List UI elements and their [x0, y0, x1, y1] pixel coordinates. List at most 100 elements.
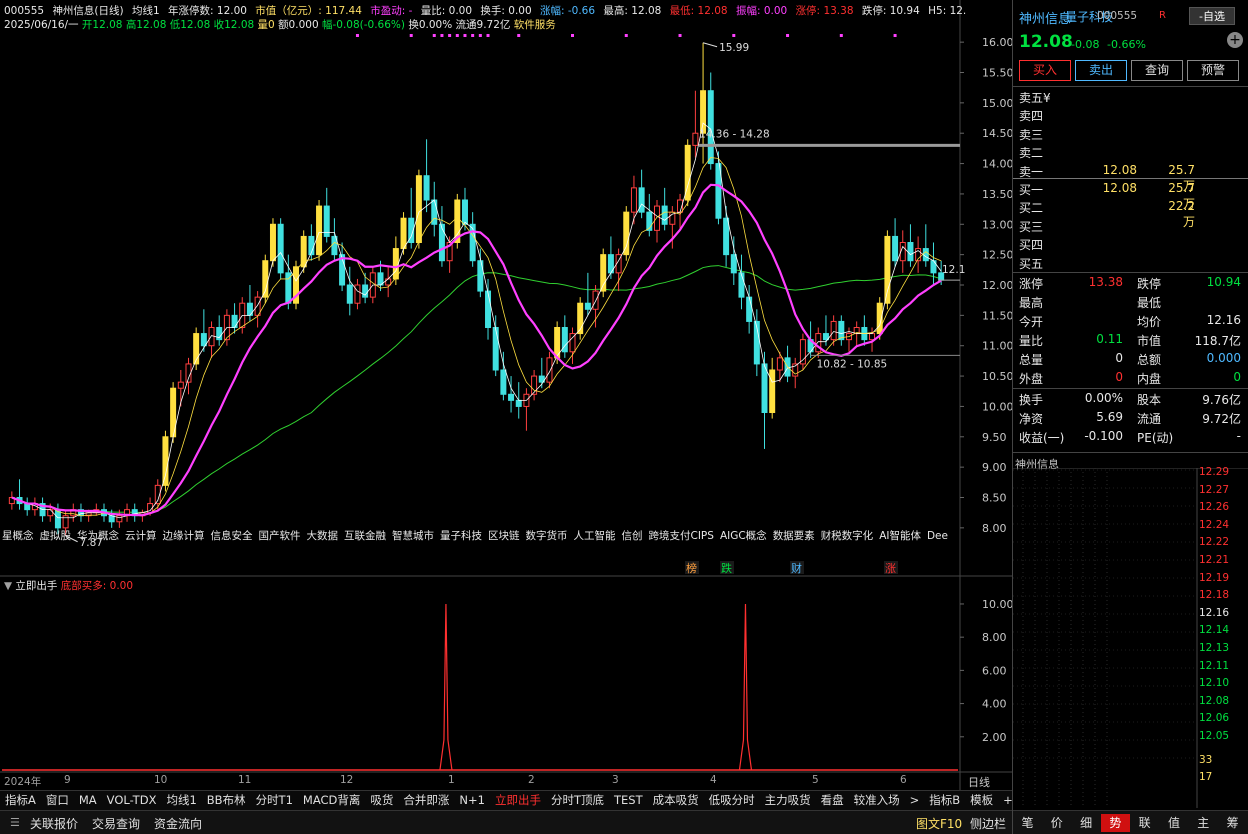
indicator-tab[interactable]: 模板 [965, 791, 998, 809]
add-icon[interactable]: + [1227, 32, 1243, 48]
sidebar-button[interactable]: 侧边栏 [970, 815, 1006, 832]
concept-tag[interactable]: 国产软件 [259, 530, 301, 542]
indicator-tab[interactable]: MA [74, 791, 102, 809]
signal-dot [732, 34, 736, 37]
concept-tag[interactable]: 边缘计算 [163, 530, 205, 542]
panel-bottom-tab[interactable]: 值 [1160, 814, 1189, 832]
panel-bottom-tab[interactable]: 笔 [1013, 814, 1042, 832]
candle [70, 503, 77, 522]
main-chart-area[interactable]: 15.99 7.87 14.36 - 14.28 10.82 - 10.85 12.1 榜… [0, 0, 1027, 834]
candle [231, 303, 238, 334]
buy-button[interactable]: 买入 [1019, 60, 1071, 81]
price-tick-label: 10.00 [982, 400, 1012, 413]
concept-tag[interactable]: 智慧城市 [392, 530, 434, 542]
candle [692, 90, 699, 158]
price-tick-label: 8.50 [982, 492, 1007, 505]
concept-tag[interactable]: 数字货币 [526, 530, 568, 542]
bar-open: 开12.08 [81, 19, 123, 31]
order-book-row[interactable]: 卖二 [1013, 144, 1248, 162]
candle [577, 297, 584, 340]
indicator-tab[interactable]: TEST [609, 791, 648, 809]
concept-tag[interactable]: 跨境支付CIPS [649, 530, 714, 542]
f10-button[interactable]: 图文F10 [916, 815, 962, 832]
indicator-tab[interactable]: 看盘 [816, 791, 849, 809]
event-tag[interactable]: 涨 [884, 561, 898, 575]
indicator-tab[interactable]: 低吸分时 [704, 791, 760, 809]
collapse-icon[interactable]: ▼ [4, 580, 12, 592]
concept-tag[interactable]: 华为概念 [77, 530, 119, 542]
ma-label[interactable]: 均线1 [132, 5, 160, 17]
concept-tag[interactable]: 星概念 [2, 530, 34, 542]
indicator-tab[interactable]: 立即出手 [490, 791, 546, 809]
indicator-tab[interactable]: > [905, 791, 925, 809]
indicator-tab[interactable]: BB布林 [202, 791, 251, 809]
order-book-row[interactable]: 买二 22.2万 [1013, 199, 1248, 229]
menu-icon[interactable]: ☰ [10, 816, 20, 829]
indicator-tab[interactable]: 合并即涨 [398, 791, 454, 809]
concept-tag[interactable]: AIGC概念 [720, 530, 767, 542]
trade-query-button[interactable]: 交易查询 [92, 815, 140, 832]
indicator-tab[interactable]: 成本吸货 [648, 791, 704, 809]
event-tag[interactable]: 跌 [720, 561, 734, 575]
stat-value: 0 [1115, 370, 1123, 384]
concept-tag[interactable]: 信息安全 [211, 530, 253, 542]
concept-tag[interactable]: 人工智能 [574, 530, 616, 542]
order-book-row[interactable]: 卖四 [1013, 107, 1248, 125]
indicator-tab[interactable]: MACD背离 [298, 791, 365, 809]
concept-tag[interactable]: 信创 [622, 530, 643, 542]
indicator-tab[interactable]: 均线1 [161, 791, 201, 809]
concept-tag[interactable]: 量子科技 [440, 530, 482, 542]
concept-tag[interactable]: 云计算 [125, 530, 157, 542]
panel-bottom-tab[interactable]: 联 [1130, 814, 1159, 832]
concept-tag[interactable]: 虚拟股 [40, 530, 72, 542]
panel-bottom-tab[interactable]: 主 [1189, 814, 1218, 832]
kline-chart[interactable]: 15.997.8714.36 - 14.2810.82 - 10.8512.1榜… [0, 0, 1012, 790]
indicator-tab[interactable]: 指标B [924, 791, 965, 809]
indicator-tab[interactable]: 主力吸货 [760, 791, 816, 809]
sell-button[interactable]: 卖出 [1075, 60, 1127, 81]
indicator-name[interactable]: 立即出手 [15, 580, 57, 592]
indicator-tab[interactable]: VOL-TDX [102, 791, 162, 809]
order-book-row[interactable]: 买五 [1013, 255, 1248, 273]
concept-tag[interactable]: Dee [927, 530, 948, 542]
concept-tags: 星概念 虚拟股 华为概念 云计算 边缘计算 信息安全 国产软件 大数据 互联金融 智慧城市 量子科技… [2, 528, 954, 543]
panel-bottom-tab[interactable]: 价 [1042, 814, 1071, 832]
watchlist-button[interactable]: -自选 [1189, 7, 1235, 25]
panel-bottom-tab[interactable]: 筹 [1218, 814, 1247, 832]
query-button[interactable]: 查询 [1131, 60, 1183, 81]
candle [24, 497, 31, 516]
concept-tag[interactable]: AI智能体 [879, 530, 921, 542]
concept-tag[interactable]: 数据要素 [773, 530, 815, 542]
price-tick-label: 14.50 [982, 127, 1012, 140]
capital-flow-button[interactable]: 资金流向 [154, 815, 202, 832]
stat-value: 12.16 [1206, 313, 1241, 327]
panel-bottom-tab[interactable]: 势 [1100, 814, 1130, 832]
mini-price-label: 12.08 [1199, 694, 1230, 707]
event-tag[interactable]: 榜 [685, 561, 699, 575]
indicator-tab[interactable]: 吸货 [365, 791, 398, 809]
period-button[interactable]: 日线 [968, 774, 990, 790]
concept-tag[interactable]: 财税数字化 [821, 530, 874, 542]
order-book-row[interactable]: 卖五¥ [1013, 89, 1248, 107]
event-tag[interactable]: 财 [790, 561, 804, 575]
order-book-row[interactable]: 买一 12.08 25.7万 [1013, 181, 1248, 211]
panel-bottom-tab[interactable]: 细 [1072, 814, 1101, 832]
order-book-row[interactable]: 卖三 [1013, 126, 1248, 144]
indicator-tab[interactable]: 分时T顶底 [546, 791, 609, 809]
indicator-tab[interactable]: 分时T1 [251, 791, 298, 809]
candle [431, 181, 438, 237]
indicator-tab[interactable]: 窗口 [41, 791, 74, 809]
link-quote-button[interactable]: 关联报价 [30, 815, 78, 832]
indicator-tab[interactable]: 指标A [0, 791, 41, 809]
candle [592, 285, 599, 328]
order-book-row[interactable]: 买三 [1013, 218, 1248, 236]
concept-tag[interactable]: 大数据 [307, 530, 339, 542]
signal-dot [624, 34, 628, 37]
indicator-tab[interactable]: N+1 [454, 791, 490, 809]
concept-tag[interactable]: 互联金融 [344, 530, 386, 542]
indicator-tab[interactable]: 较准入场 [849, 791, 905, 809]
order-book-row[interactable]: 买四 [1013, 236, 1248, 254]
status-bar: ☰ 关联报价 交易查询 资金流向 图文F10 侧边栏 [0, 810, 1012, 834]
concept-tag[interactable]: 区块链 [488, 530, 520, 542]
alert-button[interactable]: 预警 [1187, 60, 1239, 81]
